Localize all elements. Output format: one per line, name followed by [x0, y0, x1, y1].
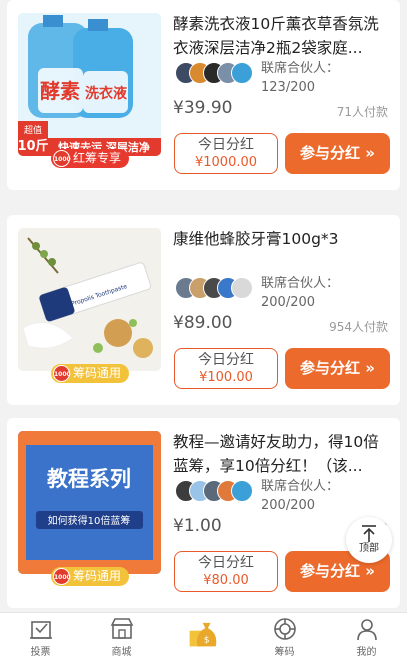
bottom-tab-bar: 投票 商城 $ 筹码 我的	[0, 612, 407, 662]
product-price: ¥89.00	[173, 313, 233, 333]
partner-label: 联席合伙人：	[261, 276, 340, 291]
svg-text:洗衣液: 洗衣液	[85, 85, 128, 102]
product-image[interactable]: 酵素 洗衣液 超值 10斤 快速去污 深层洁净	[18, 13, 161, 156]
shop-icon	[110, 618, 133, 639]
avatar	[231, 277, 253, 299]
today-dividend-value: ¥80.00	[203, 573, 249, 588]
badge-chip-general: 1000 筹码通用	[51, 364, 130, 383]
badge-label: 筹码通用	[73, 569, 122, 583]
product-image[interactable]: Propolis Toothpaste	[18, 228, 161, 371]
product-card[interactable]: Propolis Toothpaste 康维他蜂胶牙膏100g*3 联席合伙人：…	[7, 215, 400, 405]
product-card[interactable]: 酵素 洗衣液 超值 10斤 快速去污 深层洁净 酵素洗衣液10斤薰衣草香氛洗衣液…	[7, 0, 400, 190]
tab-chip[interactable]: 筹码	[244, 613, 325, 662]
tab-mine[interactable]: 我的	[326, 613, 407, 662]
product-image[interactable]: 教程系列 如何获得10倍蓝筹	[18, 431, 161, 574]
toothpaste-image: Propolis Toothpaste	[18, 228, 161, 371]
svg-text:超值: 超值	[24, 124, 42, 136]
coin-icon: 1000	[53, 568, 71, 585]
badge-label: 筹码通用	[73, 366, 122, 380]
partner-info: 联席合伙人： 200/200	[261, 274, 339, 312]
badge-label: 红筹专享	[73, 151, 122, 165]
tutorial-image: 教程系列 如何获得10倍蓝筹	[18, 431, 161, 574]
detergent-image: 酵素 洗衣液 超值 10斤 快速去污 深层洁净	[18, 13, 161, 156]
tab-label: 投票	[30, 647, 51, 658]
product-price: ¥1.00	[173, 516, 222, 536]
product-title[interactable]: 康维他蜂胶牙膏100g*3	[173, 227, 393, 251]
today-dividend-label: 今日分红	[198, 352, 254, 368]
partner-info: 联席合伙人： 123/200	[261, 59, 339, 97]
series-text: 教程系列	[47, 467, 131, 491]
today-dividend-label: 今日分红	[198, 137, 254, 153]
today-dividend-value: ¥1000.00	[194, 155, 258, 170]
badge-red-chip: 1000 红筹专享	[51, 149, 130, 168]
today-dividend-box: 今日分红 ¥100.00	[174, 348, 278, 389]
today-dividend-box: 今日分红 ¥1000.00	[174, 133, 278, 174]
join-dividend-button[interactable]: 参与分红 »	[285, 133, 390, 174]
avatar	[231, 62, 253, 84]
partner-count: 200/200	[261, 498, 316, 513]
product-list[interactable]: 酵素 洗衣液 超值 10斤 快速去污 深层洁净 酵素洗衣液10斤薰衣草香氛洗衣液…	[0, 0, 407, 612]
chip-icon	[273, 618, 296, 640]
svg-text:10斤: 10斤	[18, 138, 49, 154]
paid-count: 71人付款	[336, 105, 388, 119]
product-title[interactable]: 酵素洗衣液10斤薰衣草香氛洗衣液深层洁净2瓶2袋家庭...	[173, 12, 393, 60]
tab-label: 筹码	[274, 647, 295, 658]
tab-label: 商城	[111, 647, 132, 658]
badge-chip-general: 1000 筹码通用	[51, 567, 130, 586]
tab-shop[interactable]: 商城	[81, 613, 162, 662]
tab-label: 我的	[356, 647, 377, 658]
svg-text:$: $	[203, 635, 209, 645]
back-to-top-label: 顶部	[359, 543, 379, 554]
money-bag-icon: $	[189, 622, 216, 647]
partner-avatars	[175, 277, 255, 299]
partner-count: 200/200	[261, 295, 316, 310]
today-dividend-value: ¥100.00	[199, 370, 253, 385]
vote-icon	[29, 621, 52, 639]
tab-vote[interactable]: 投票	[0, 613, 81, 662]
brand-text: 酵素	[40, 79, 80, 103]
partner-info: 联席合伙人： 200/200	[261, 477, 339, 515]
arrow-up-icon	[362, 525, 376, 542]
tab-money[interactable]: $	[163, 613, 244, 662]
partner-label: 联席合伙人：	[261, 61, 340, 76]
svg-text:如何获得10倍蓝筹: 如何获得10倍蓝筹	[48, 514, 131, 527]
product-price: ¥39.90	[173, 98, 233, 118]
back-to-top-button[interactable]: 顶部	[346, 517, 392, 563]
partner-avatars	[175, 480, 255, 502]
product-card[interactable]: 教程系列 如何获得10倍蓝筹 教程—邀请好友助力，得10倍蓝筹，享10倍分红！（…	[7, 418, 400, 608]
partner-count: 123/200	[261, 80, 316, 95]
today-dividend-box: 今日分红 ¥80.00	[174, 551, 278, 592]
partner-avatars	[175, 62, 255, 84]
today-dividend-label: 今日分红	[198, 555, 254, 571]
user-icon	[356, 619, 377, 641]
coin-icon: 1000	[53, 150, 71, 167]
partner-label: 联席合伙人：	[261, 479, 340, 494]
coin-icon: 1000	[53, 365, 71, 382]
avatar	[231, 480, 253, 502]
join-dividend-button[interactable]: 参与分红 »	[285, 348, 390, 389]
paid-count: 954人付款	[329, 320, 388, 334]
product-title[interactable]: 教程—邀请好友助力，得10倍蓝筹，享10倍分红！（该...	[173, 430, 393, 478]
